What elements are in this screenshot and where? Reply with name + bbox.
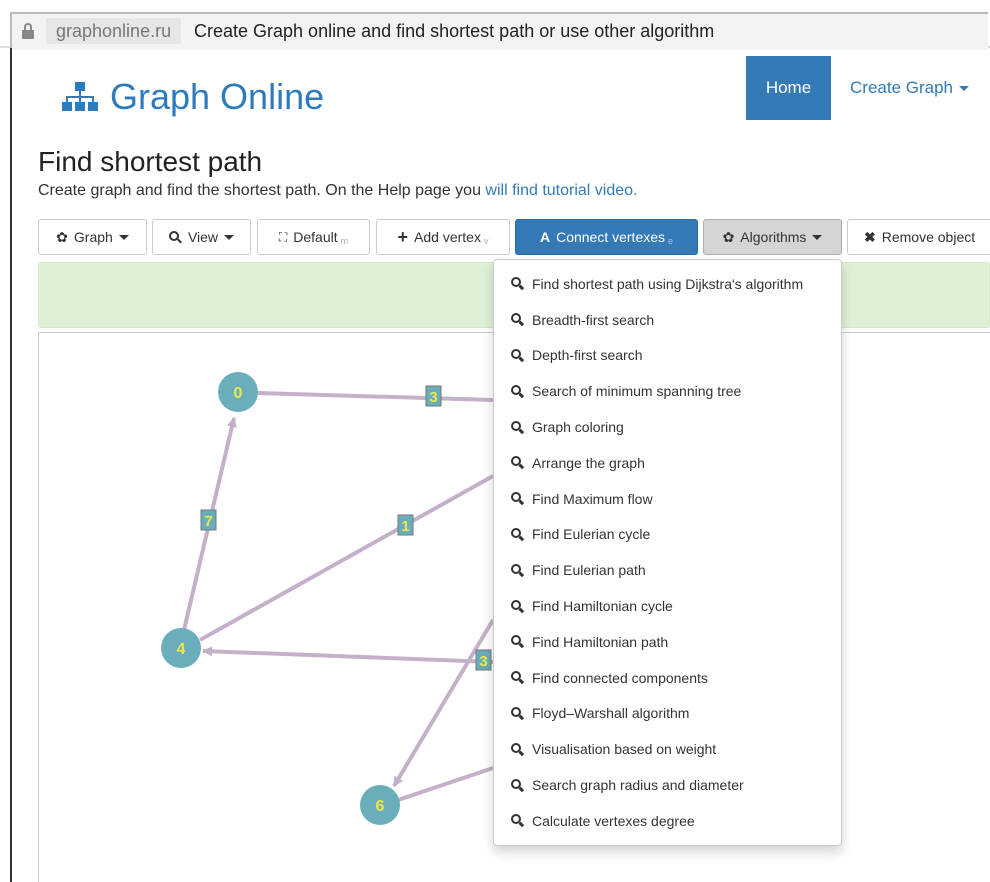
algorithm-menu-item[interactable]: Floyd–Warshall algorithm (494, 696, 841, 732)
algorithm-menu-label: Arrange the graph (532, 454, 645, 471)
algorithm-menu-label: Find Hamiltonian path (532, 633, 669, 650)
svg-text:6: 6 (376, 798, 385, 815)
algorithm-menu-label: Find connected components (532, 669, 708, 686)
edge-weight-label: 1 (397, 514, 414, 536)
search-icon (511, 492, 525, 506)
algorithm-menu-label: Search graph radius and diameter (532, 777, 744, 794)
search-icon (511, 563, 525, 577)
edge-6-right[interactable] (397, 766, 494, 802)
algorithm-menu-label: Breadth-first search (532, 311, 655, 328)
edge-right-4[interactable] (199, 474, 494, 642)
search-icon (511, 527, 525, 541)
algorithm-menu-label: Depth-first search (532, 347, 643, 364)
vertex-6[interactable]: 6 (360, 785, 400, 825)
edge-right-6[interactable] (392, 618, 495, 788)
vertex-4[interactable]: 4 (161, 628, 201, 668)
algorithm-menu-item[interactable]: Find connected components (494, 660, 841, 696)
algorithm-menu-label: Graph coloring (532, 419, 624, 436)
algorithm-menu-label: Find Eulerian path (532, 562, 646, 579)
algorithm-menu-item[interactable]: Search of minimum spanning tree (494, 373, 841, 409)
search-icon (511, 635, 525, 649)
algorithm-menu-label: Visualisation based on weight (532, 741, 717, 758)
search-icon (511, 456, 525, 470)
search-icon (511, 671, 525, 685)
algorithm-menu-label: Find Eulerian cycle (532, 526, 651, 543)
algorithm-menu-item[interactable]: Find Hamiltonian cycle (494, 588, 841, 624)
svg-text:3: 3 (479, 653, 487, 670)
algorithm-menu-label: Find shortest path using Dijkstra's algo… (532, 275, 804, 292)
algorithm-menu-item[interactable]: Calculate vertexes degree (494, 803, 841, 839)
search-icon (511, 384, 525, 398)
edge-weight-label: 3 (475, 649, 492, 671)
edge-0-right[interactable] (257, 391, 494, 402)
algorithms-dropdown: Find shortest path using Dijkstra's algo… (493, 259, 842, 846)
algorithm-menu-item[interactable]: Search graph radius and diameter (494, 767, 841, 803)
algorithm-menu-item[interactable]: Breadth-first search (494, 302, 841, 338)
svg-text:3: 3 (429, 389, 437, 406)
search-icon (511, 420, 525, 434)
algorithm-menu-item[interactable]: Find Hamiltonian path (494, 624, 841, 660)
search-icon (511, 706, 525, 720)
algorithm-menu-item[interactable]: Find Eulerian path (494, 552, 841, 588)
algorithm-menu-item[interactable]: Depth-first search (494, 338, 841, 374)
algorithm-menu-label: Calculate vertexes degree (532, 812, 695, 829)
svg-text:1: 1 (401, 518, 409, 535)
edge-weight-label: 7 (200, 509, 217, 531)
algorithm-menu-label: Search of minimum spanning tree (532, 383, 742, 400)
search-icon (511, 599, 525, 613)
algorithm-menu-item[interactable]: Find Eulerian cycle (494, 517, 841, 553)
edge-right-4-b[interactable] (202, 646, 494, 664)
vertex-0[interactable]: 0 (218, 372, 258, 412)
algorithm-menu-item[interactable]: Find Maximum flow (494, 481, 841, 517)
algorithm-menu-item[interactable]: Find shortest path using Dijkstra's algo… (494, 266, 841, 302)
svg-text:7: 7 (204, 513, 212, 530)
algorithm-menu-label: Find Hamiltonian cycle (532, 598, 673, 615)
algorithm-menu-item[interactable]: Graph coloring (494, 409, 841, 445)
search-icon (511, 277, 525, 291)
algorithm-menu-item[interactable]: Arrange the graph (494, 445, 841, 481)
algorithm-menu-label: Floyd–Warshall algorithm (532, 705, 690, 722)
svg-text:0: 0 (234, 385, 243, 402)
edge-weight-label: 3 (425, 385, 442, 407)
algorithm-menu-label: Find Maximum flow (532, 490, 653, 507)
algorithm-menu-item[interactable]: Visualisation based on weight (494, 731, 841, 767)
svg-text:4: 4 (177, 641, 186, 658)
search-icon (511, 814, 525, 828)
search-icon (511, 348, 525, 362)
search-icon (511, 742, 525, 756)
search-icon (511, 313, 525, 327)
search-icon (511, 778, 525, 792)
